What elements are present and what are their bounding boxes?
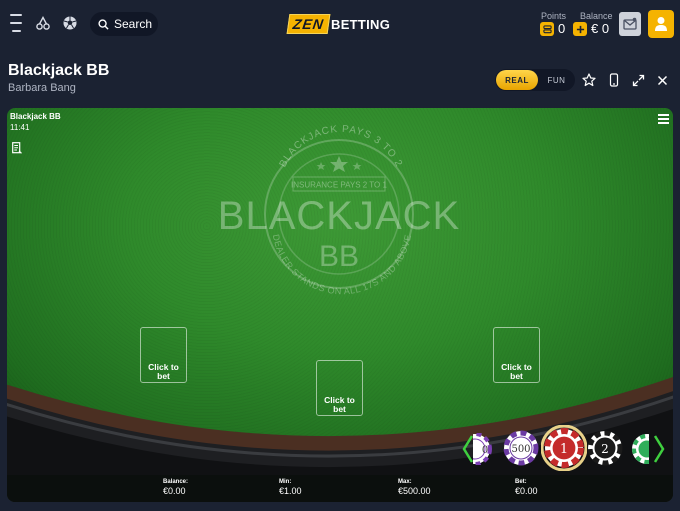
stat-max: Max: €500.00	[398, 479, 431, 496]
plus-icon	[576, 25, 584, 33]
stat-max-value: €500.00	[398, 486, 431, 496]
bet-spot-center[interactable]: Click to bet	[316, 360, 363, 416]
bet-spot-right[interactable]: Click to bet	[493, 327, 540, 383]
balance-label: Balance	[580, 11, 613, 21]
user-account-button[interactable]	[648, 10, 674, 38]
stat-max-label: Max:	[398, 479, 412, 485]
points-coin-icon	[540, 22, 554, 36]
close-icon	[657, 75, 667, 85]
cherries-icon-graphic	[36, 16, 50, 30]
stat-balance-label: Balance:	[163, 479, 189, 485]
football-icon[interactable]	[61, 14, 79, 32]
search-icon	[98, 18, 109, 30]
favorite-star-icon[interactable]	[579, 70, 599, 90]
search-button[interactable]: Search	[90, 12, 158, 36]
site-logo[interactable]: ZEN BETTING	[286, 14, 391, 34]
user-icon	[655, 17, 667, 31]
chip-1-selected[interactable]: 1	[541, 425, 587, 471]
mobile-view-icon[interactable]	[604, 70, 624, 90]
stat-min-label: Min:	[279, 479, 292, 485]
messages-button[interactable]	[619, 12, 641, 36]
mode-fun-option[interactable]: FUN	[538, 76, 575, 85]
svg-text:2: 2	[601, 442, 609, 456]
football-icon-graphic	[63, 16, 77, 30]
stat-balance-value: €0.00	[163, 486, 186, 496]
bet-spot-left[interactable]: Click to bet	[140, 327, 187, 383]
svg-text:500: 500	[511, 444, 530, 455]
game-provider: Barbara Bang	[8, 82, 76, 94]
logo-zen-mark: ZEN	[286, 14, 331, 34]
cherries-icon[interactable]	[34, 14, 52, 32]
svg-text:1: 1	[560, 442, 568, 457]
logo-betting-text: BETTING	[331, 16, 391, 32]
mode-real-option[interactable]: REAL	[496, 70, 538, 90]
svg-text:0: 0	[482, 445, 488, 456]
chip-partial-left[interactable]: 0	[473, 433, 493, 465]
chip-2[interactable]: 2	[587, 430, 623, 466]
top-bar: Search ZEN BETTING Points Balance 0 € 0	[0, 0, 680, 48]
stat-bet-value: €0.00	[515, 486, 538, 496]
deposit-plus-button[interactable]	[573, 22, 587, 36]
stat-balance: Balance: €0.00	[163, 479, 188, 496]
game-title: Blackjack BB	[8, 62, 110, 79]
stat-bet: Bet: €0.00	[515, 479, 538, 496]
game-frame[interactable]: Blackjack BB 11:41 BLACKJACK PAYS 3 TO 2…	[7, 108, 673, 502]
search-label: Search	[114, 17, 153, 31]
chip-500[interactable]: 500	[503, 430, 539, 466]
mail-icon	[623, 17, 637, 30]
chip-scroll-right-icon[interactable]	[652, 434, 666, 464]
points-value: 0	[558, 21, 566, 36]
chip-partial-right[interactable]	[631, 433, 649, 465]
balance-value: € 0	[591, 21, 610, 36]
star-icon	[582, 73, 596, 87]
real-fun-toggle[interactable]: REAL FUN	[495, 69, 575, 91]
stat-min-value: €1.00	[279, 486, 302, 496]
phone-icon	[609, 73, 619, 87]
close-game-icon[interactable]	[652, 70, 672, 90]
coin-stack-icon	[542, 24, 552, 33]
fullscreen-icon[interactable]	[628, 70, 648, 90]
hamburger-menu-icon[interactable]	[8, 14, 24, 32]
points-label: Points	[541, 11, 567, 21]
stat-min: Min: €1.00	[279, 479, 302, 496]
game-stats-bar: Balance: €0.00 Min: €1.00 Max: €500.00 B…	[7, 475, 673, 502]
expand-icon	[632, 74, 644, 86]
stat-bet-label: Bet:	[515, 479, 527, 485]
